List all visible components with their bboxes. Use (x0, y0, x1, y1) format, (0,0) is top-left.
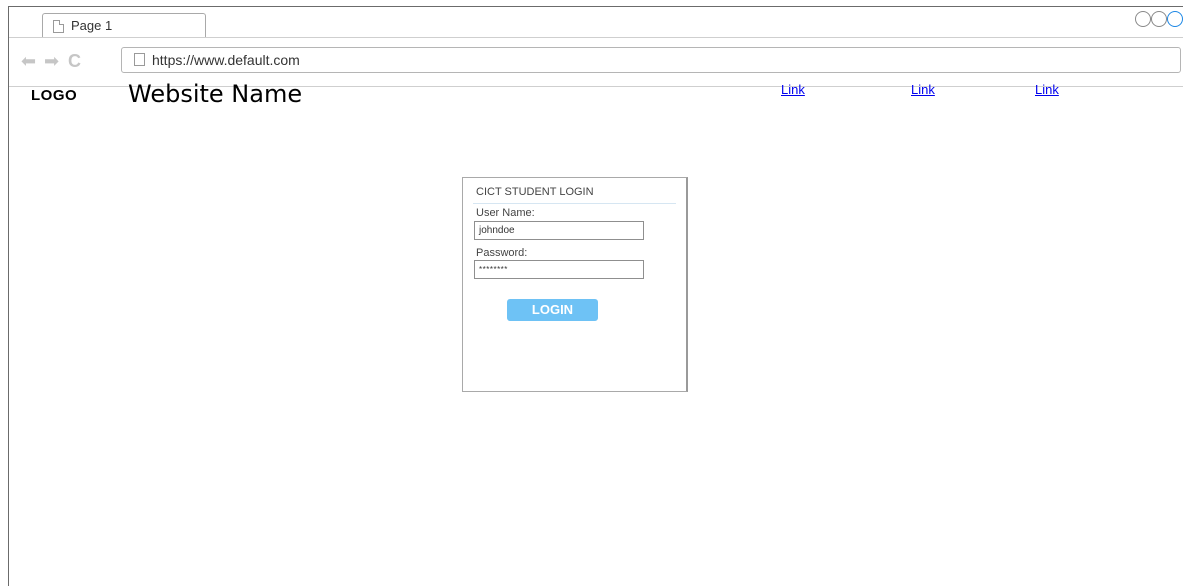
username-input[interactable]: johndoe (474, 221, 644, 240)
page-icon (53, 20, 64, 33)
login-title: CICT STUDENT LOGIN (476, 186, 594, 198)
page-icon (134, 53, 145, 66)
window-controls (1113, 11, 1183, 27)
password-label: Password: (476, 247, 528, 259)
back-arrow-icon[interactable]: ⬅ (21, 52, 36, 70)
tab-bar: Page 1 (9, 7, 1183, 38)
site-name: Website Name (128, 80, 303, 108)
tab-page-1[interactable]: Page 1 (42, 13, 206, 37)
login-button[interactable]: LOGIN (507, 299, 598, 321)
login-panel: CICT STUDENT LOGIN User Name: johndoe Pa… (462, 177, 688, 392)
reload-icon[interactable]: C (68, 52, 81, 70)
header-link-2[interactable]: Link (911, 82, 935, 97)
username-label: User Name: (476, 207, 535, 219)
header-link-1[interactable]: Link (781, 82, 805, 97)
window-control-icon[interactable] (1135, 11, 1151, 27)
logo: LOGO (31, 87, 78, 104)
login-divider (473, 203, 676, 204)
window-control-icon[interactable] (1167, 11, 1183, 27)
tab-label: Page 1 (71, 18, 113, 33)
url-text[interactable]: https://www.default.com (152, 52, 300, 68)
address-bar[interactable]: https://www.default.com (121, 47, 1181, 73)
forward-arrow-icon[interactable]: ➡ (44, 52, 59, 70)
password-input[interactable]: ******** (474, 260, 644, 279)
window-control-icon[interactable] (1151, 11, 1167, 27)
header-link-3[interactable]: Link (1035, 82, 1059, 97)
